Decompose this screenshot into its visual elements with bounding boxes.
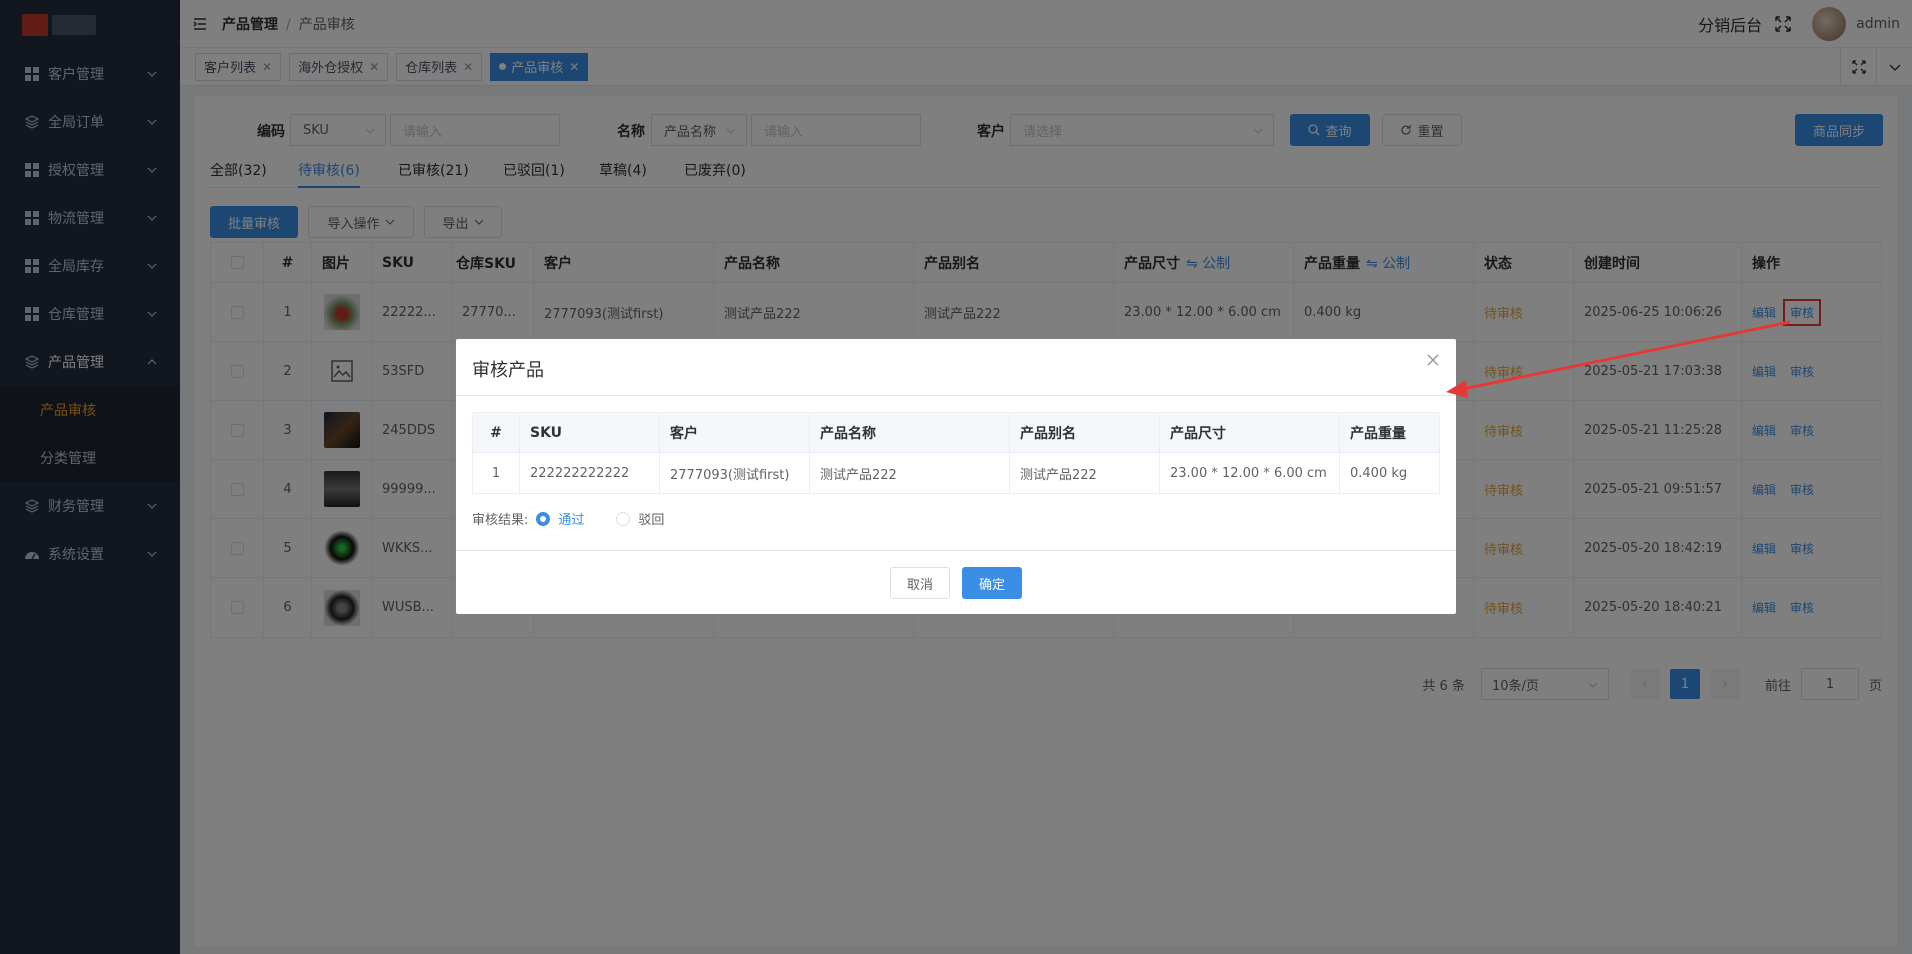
dialog-table-header: # SKU 客户 产品名称 产品别名 产品尺寸 产品重量 — [473, 413, 1439, 453]
dlg-cell-name: 测试产品222 — [810, 453, 1010, 493]
cancel-button[interactable]: 取消 — [890, 567, 950, 599]
dlg-col-name: 产品名称 — [810, 413, 1010, 452]
dlg-col-weight: 产品重量 — [1350, 425, 1406, 442]
dlg-cell-no: 1 — [473, 453, 520, 493]
radio-checked-icon — [536, 511, 551, 526]
reject-radio[interactable]: 驳回 — [616, 509, 664, 528]
review-dialog: 审核产品 # SKU 客户 产品名称 产品别名 产品尺寸 产品重量 1 2222… — [456, 339, 1456, 614]
dlg-col-alias: 产品别名 — [1010, 413, 1160, 452]
reject-label: 驳回 — [638, 513, 665, 528]
dlg-cell-customer: 2777093(测试first) — [660, 453, 810, 493]
review-result: 审核结果: 通过 驳回 — [472, 509, 688, 528]
divider — [456, 550, 1456, 551]
dlg-col-customer: 客户 — [660, 413, 810, 452]
confirm-button[interactable]: 确定 — [962, 567, 1022, 599]
result-label: 审核结果: — [472, 513, 529, 528]
dlg-cell-weight: 0.400 kg — [1350, 465, 1408, 481]
dialog-table-row: 1 222222222222 2777093(测试first) 测试产品222 … — [473, 453, 1439, 493]
dlg-cell-size: 23.00 * 12.00 * 6.00 cm — [1160, 453, 1340, 493]
dlg-col-no: # — [473, 413, 520, 452]
dialog-title: 审核产品 — [472, 360, 544, 381]
dialog-table: # SKU 客户 产品名称 产品别名 产品尺寸 产品重量 1 222222222… — [472, 412, 1440, 494]
dlg-cell-sku: 222222222222 — [520, 453, 660, 493]
dlg-col-sku: SKU — [520, 413, 660, 452]
divider — [456, 395, 1456, 396]
radio-unchecked-icon — [616, 511, 631, 526]
dlg-col-size: 产品尺寸 — [1160, 413, 1340, 452]
approve-radio[interactable]: 通过 — [536, 509, 584, 528]
dlg-cell-alias: 测试产品222 — [1010, 453, 1160, 493]
close-icon[interactable] — [1426, 353, 1440, 367]
approve-label: 通过 — [558, 513, 585, 528]
